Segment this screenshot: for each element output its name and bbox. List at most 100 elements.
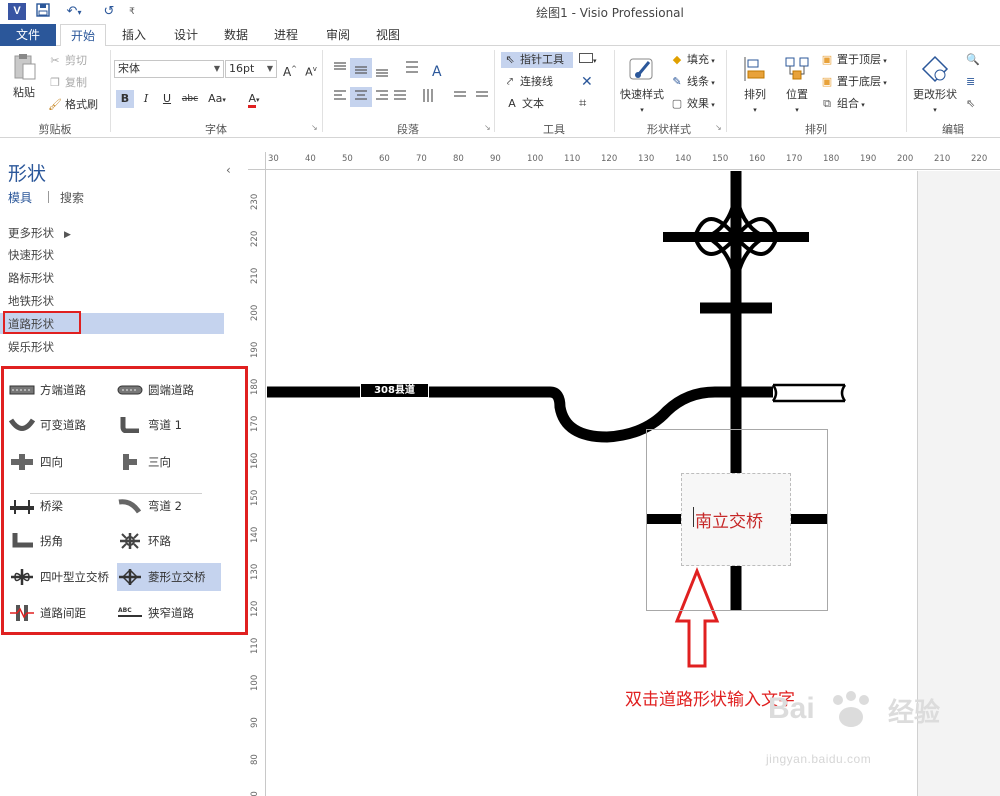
copy-button[interactable]: ❐ 复制	[48, 75, 87, 91]
bring-to-front-button[interactable]: ▣ 置于顶层 ▾	[820, 52, 887, 69]
select-icon[interactable]: ⇖	[966, 96, 975, 112]
square-road-icon	[9, 385, 35, 395]
paste-button[interactable]: 粘贴	[6, 52, 42, 100]
send-to-back-button[interactable]: ▣ 置于底层 ▾	[820, 74, 887, 91]
font-size-combo[interactable]: 16pt ▼	[225, 60, 277, 78]
font-name-value: 宋体	[118, 62, 140, 75]
three-way-icon	[123, 454, 137, 470]
connector-label: 连接线	[520, 75, 553, 88]
shape-curve-2[interactable]: 弯道 2	[117, 495, 227, 517]
change-case-button[interactable]: Aa▾	[202, 90, 232, 108]
line-button[interactable]: ✎ 线条 ▾	[670, 74, 714, 91]
four-way-icon	[11, 454, 33, 470]
cut-button[interactable]: ✂ 剪切	[48, 53, 87, 69]
grow-font-icon[interactable]: A^	[281, 60, 299, 79]
stencil-recreation-shapes[interactable]: 娱乐形状	[8, 339, 54, 355]
tab-process[interactable]: 进程	[266, 24, 306, 46]
tab-stencils[interactable]: 模具	[8, 189, 32, 206]
position-button[interactable]: 位置 ▾	[778, 54, 816, 115]
cloverleaf-icon	[120, 533, 140, 549]
layers-icon[interactable]: ≣	[966, 74, 975, 90]
tab-file[interactable]: 文件	[0, 24, 56, 46]
shape-road-gap[interactable]: 道路间距	[9, 602, 109, 624]
shape-clover-interchange[interactable]: 四叶型立交桥	[9, 566, 115, 588]
shape-corner[interactable]: 拐角	[9, 530, 109, 552]
more-shapes-item[interactable]: 更多形状 ▶	[8, 225, 71, 241]
align-button[interactable]: 排列 ▾	[736, 54, 774, 115]
shape-styles-dialog-launcher-icon[interactable]: ↘	[715, 120, 722, 136]
tab-home[interactable]: 开始	[60, 24, 106, 47]
shape-square-road[interactable]: 方端道路	[9, 379, 109, 401]
ruler-tick-label: 200	[250, 304, 260, 321]
tab-design[interactable]: 设计	[166, 24, 206, 46]
rectangle-tool-button[interactable]: ▾	[579, 52, 597, 69]
paste-icon	[14, 54, 36, 80]
stencil-metro-shapes[interactable]: 地铁形状	[8, 293, 54, 309]
watermark-url: jingyan.baidu.com	[766, 752, 872, 766]
line-label: 线条	[687, 75, 709, 88]
narrow-road-icon: ABC	[118, 607, 142, 617]
tab-review[interactable]: 审阅	[318, 24, 358, 46]
diamond-interchange-icon	[119, 569, 141, 585]
shape-bridge[interactable]: 桥梁	[9, 495, 109, 517]
italic-button[interactable]: I	[137, 90, 155, 108]
shape-variable-road[interactable]: 可变道路	[9, 414, 109, 436]
change-shape-button[interactable]: 更改形状 ▾	[910, 54, 960, 115]
group-separator	[726, 50, 727, 132]
tab-data[interactable]: 数据	[216, 24, 256, 46]
stencil-quick-shapes[interactable]: 快速形状	[8, 247, 54, 263]
font-color-button[interactable]: A▾	[240, 90, 268, 108]
font-dialog-launcher-icon[interactable]: ↘	[311, 120, 318, 136]
shrink-font-icon[interactable]: Av	[302, 60, 320, 79]
align-label: 排列	[744, 88, 766, 101]
collapse-pane-icon[interactable]: ‹	[226, 163, 231, 177]
text-tool-button[interactable]: A 文本	[505, 96, 544, 112]
group-button[interactable]: ⧉ 组合 ▾	[820, 96, 865, 113]
shape-three-way[interactable]: 三向	[117, 451, 227, 473]
crop-icon[interactable]: ⌗	[579, 96, 586, 112]
paw-icon	[833, 691, 869, 727]
effects-button[interactable]: ▢ 效果 ▾	[670, 96, 715, 113]
shape-label: 可变道路	[40, 418, 86, 432]
ruler-tick-label: 50	[342, 154, 353, 164]
bridge-icon	[10, 500, 34, 514]
ruler-tick-label: 90	[490, 154, 501, 164]
shape-four-way[interactable]: 四向	[9, 451, 109, 473]
ruler-tick-label: 150	[712, 154, 729, 164]
clover-interchange-icon	[11, 569, 33, 585]
group-label-font: 字体	[205, 123, 227, 136]
ribbon-tabs: 文件 开始 插入 设计 数据 进程 审阅 视图	[0, 24, 1000, 47]
stencil-signage-shapes[interactable]: 路标形状	[8, 270, 54, 286]
find-icon[interactable]: 🔍	[966, 52, 980, 68]
fill-button[interactable]: ◆ 填充 ▾	[670, 52, 715, 69]
pointer-tool-button[interactable]: ⇖ 指针工具	[501, 52, 573, 68]
quick-styles-button[interactable]: 快速样式 ▾	[618, 54, 666, 115]
road-name-label[interactable]: 308县道	[360, 383, 429, 398]
interchange-label[interactable]: 南立交桥	[695, 507, 763, 532]
connector-button[interactable]: ⤤ 连接线	[503, 74, 553, 90]
ruler-tick-label: 150	[250, 489, 260, 506]
paragraph-dialog-launcher-icon[interactable]: ↘	[484, 120, 491, 136]
shape-cloverleaf[interactable]: 环路	[117, 530, 227, 552]
font-name-combo[interactable]: 宋体 ▼	[114, 60, 224, 78]
annotation-highlight-box	[3, 311, 81, 334]
shape-rounded-road[interactable]: 圆端道路	[117, 379, 227, 401]
ruler-tick-label: 210	[934, 154, 951, 164]
tab-insert[interactable]: 插入	[114, 24, 154, 46]
watermark-brand: Bai	[768, 692, 815, 725]
bold-button[interactable]: B	[116, 90, 134, 108]
underline-button[interactable]: U	[158, 90, 176, 108]
shape-diamond-interchange[interactable]: 菱形立交桥	[117, 563, 221, 591]
group-label-clipboard: 剪贴板	[38, 123, 72, 136]
tab-search[interactable]: 搜索	[60, 189, 84, 206]
shape-label: 四叶型立交桥	[40, 570, 109, 584]
format-painter-button[interactable]: 🖌 格式刷	[48, 97, 98, 113]
shape-curve-1[interactable]: 弯道 1	[117, 414, 227, 436]
connector-icon: ⤤	[506, 75, 514, 88]
tab-view[interactable]: 视图	[368, 24, 408, 46]
group-label-tools: 工具	[543, 123, 565, 136]
cut-label: 剪切	[65, 54, 87, 67]
connection-point-icon[interactable]: ✕	[581, 74, 593, 90]
strikethrough-button[interactable]: abc	[178, 90, 202, 108]
shape-narrow-road[interactable]: ABC 狭窄道路	[117, 602, 227, 624]
